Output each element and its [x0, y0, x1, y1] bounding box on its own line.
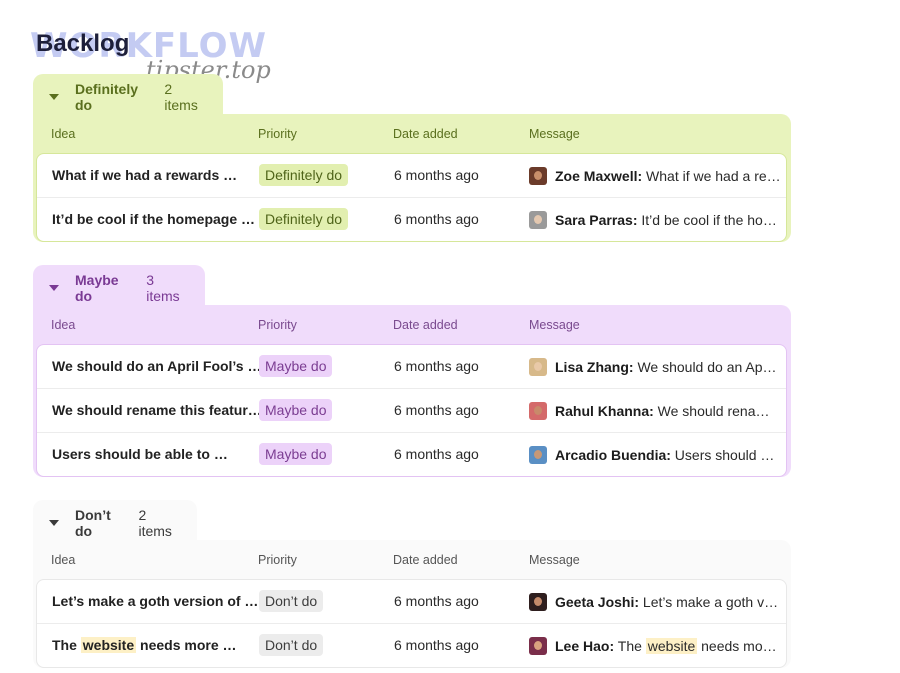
table-row[interactable]: The website needs more … Don’t do 6 mont… — [37, 624, 786, 667]
group-count: 2 items — [164, 81, 198, 113]
message-text: Let’s make a goth versi… — [642, 594, 781, 610]
group-definitely-do: Definitely do 2 items Idea Priority Date… — [33, 74, 791, 244]
date-added-cell: 6 months ago — [394, 211, 479, 227]
column-header-priority[interactable]: Priority — [258, 553, 297, 567]
group-count: 3 items — [146, 272, 180, 304]
priority-badge: Definitely do — [259, 164, 349, 186]
search-highlight: website — [80, 637, 137, 653]
message-author: Lisa Zhang: — [555, 359, 634, 375]
date-added-cell: 6 months ago — [394, 446, 479, 462]
message-author: Lee Hao: — [555, 638, 615, 654]
collapse-caret-icon[interactable] — [49, 94, 59, 100]
idea-cell: We should rename this featur… — [52, 402, 262, 418]
page-title: Backlog — [36, 30, 130, 57]
column-header-message[interactable]: Message — [529, 318, 580, 332]
message-author: Geeta Joshi: — [555, 594, 640, 610]
priority-badge: Don’t do — [259, 634, 324, 656]
column-header-message[interactable]: Message — [529, 553, 580, 567]
column-header-priority[interactable]: Priority — [258, 127, 297, 141]
column-header-date-added[interactable]: Date added — [393, 318, 458, 332]
table-row[interactable]: What if we had a rewards … Definitely do… — [37, 154, 786, 198]
column-header-message[interactable]: Message — [529, 127, 580, 141]
message-text: What if we had a rew… — [646, 168, 781, 184]
table-row[interactable]: We should rename this featur… Maybe do 6… — [37, 389, 786, 433]
avatar — [529, 358, 547, 376]
avatar — [529, 167, 547, 185]
idea-cell: What if we had a rewards … — [52, 167, 238, 183]
priority-badge: Maybe do — [259, 443, 333, 465]
idea-cell: We should do an April Fool’s … — [52, 358, 262, 374]
priority-badge: Definitely do — [259, 208, 349, 230]
table-header: Idea Priority Date added Message — [33, 114, 791, 154]
column-header-idea[interactable]: Idea — [51, 318, 75, 332]
idea-cell: Let’s make a goth version of … — [52, 593, 259, 609]
table-row[interactable]: It’d be cool if the homepage … Definitel… — [37, 198, 786, 241]
column-header-priority[interactable]: Priority — [258, 318, 297, 332]
priority-badge: Maybe do — [259, 399, 333, 421]
table-row[interactable]: Let’s make a goth version of … Don’t do … — [37, 580, 786, 624]
avatar — [529, 211, 547, 229]
column-header-date-added[interactable]: Date added — [393, 553, 458, 567]
table-body: We should do an April Fool’s … Maybe do … — [36, 344, 787, 477]
priority-badge: Don’t do — [259, 590, 324, 612]
message-author: Rahul Khanna: — [555, 403, 654, 419]
group-maybe-do: Maybe do 3 items Idea Priority Date adde… — [33, 265, 791, 480]
message-text: It’d be cool if the home… — [641, 212, 781, 228]
idea-cell: Users should be able to … — [52, 446, 228, 462]
idea-cell: It’d be cool if the homepage … — [52, 211, 256, 227]
avatar — [529, 446, 547, 464]
column-header-date-added[interactable]: Date added — [393, 127, 458, 141]
table-header: Idea Priority Date added Message — [33, 540, 791, 580]
message-cell: Lee Hao: The website needs more p… — [529, 635, 781, 657]
avatar — [529, 402, 547, 420]
table-row[interactable]: Users should be able to … Maybe do 6 mon… — [37, 433, 786, 476]
message-cell: Arcadio Buendia: Users should be a… — [529, 444, 781, 466]
table-body: Let’s make a goth version of … Don’t do … — [36, 579, 787, 668]
avatar — [529, 637, 547, 655]
table-header: Idea Priority Date added Message — [33, 305, 791, 345]
group-table: Idea Priority Date added Message What if… — [33, 114, 791, 242]
group-table: Idea Priority Date added Message Let’s m… — [33, 540, 791, 668]
group-count: 2 items — [138, 507, 172, 539]
column-header-idea[interactable]: Idea — [51, 127, 75, 141]
group-name: Maybe do — [75, 272, 119, 304]
column-header-idea[interactable]: Idea — [51, 553, 75, 567]
table-row[interactable]: We should do an April Fool’s … Maybe do … — [37, 345, 786, 389]
message-cell: Sara Parras: It’d be cool if the home… — [529, 209, 781, 231]
message-text: The website needs more p… — [617, 638, 781, 654]
group-name: Don’t do — [75, 507, 111, 539]
date-added-cell: 6 months ago — [394, 593, 479, 609]
message-cell: Lisa Zhang: We should do an April F… — [529, 356, 781, 378]
group-dont-do: Don’t do 2 items Idea Priority Date adde… — [33, 500, 791, 670]
collapse-caret-icon[interactable] — [49, 520, 59, 526]
date-added-cell: 6 months ago — [394, 167, 479, 183]
group-name: Definitely do — [75, 81, 139, 113]
group-table: Idea Priority Date added Message We shou… — [33, 305, 791, 477]
date-added-cell: 6 months ago — [394, 637, 479, 653]
priority-badge: Maybe do — [259, 355, 333, 377]
table-body: What if we had a rewards … Definitely do… — [36, 153, 787, 242]
collapse-caret-icon[interactable] — [49, 285, 59, 291]
message-cell: Zoe Maxwell: What if we had a rew… — [529, 165, 781, 187]
avatar — [529, 593, 547, 611]
message-author: Zoe Maxwell: — [555, 168, 643, 184]
message-author: Arcadio Buendia: — [555, 447, 671, 463]
message-author: Sara Parras: — [555, 212, 638, 228]
date-added-cell: 6 months ago — [394, 402, 479, 418]
message-cell: Rahul Khanna: We should rename t… — [529, 400, 781, 422]
date-added-cell: 6 months ago — [394, 358, 479, 374]
message-text: Users should be a… — [674, 447, 781, 463]
message-text: We should do an April F… — [637, 359, 781, 375]
message-text: We should rename t… — [657, 403, 781, 419]
search-highlight: website — [645, 638, 698, 654]
message-cell: Geeta Joshi: Let’s make a goth versi… — [529, 591, 781, 613]
idea-cell: The website needs more … — [52, 637, 237, 653]
